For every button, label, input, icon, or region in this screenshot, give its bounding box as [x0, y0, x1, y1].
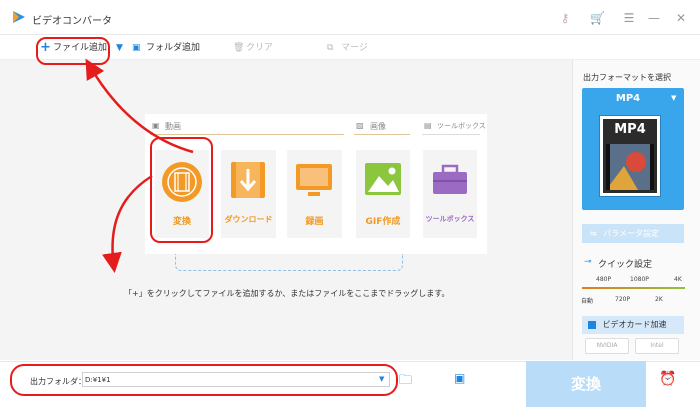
annotation-arrows [85, 58, 194, 273]
